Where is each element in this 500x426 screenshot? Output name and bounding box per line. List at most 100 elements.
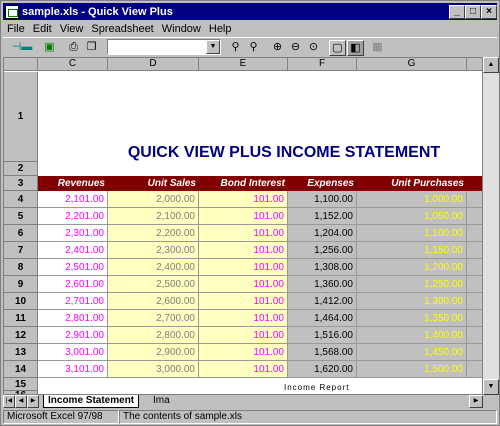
table-cell[interactable]: 2,100.00 — [108, 208, 199, 225]
menu-file[interactable]: File — [3, 23, 29, 35]
table-cell[interactable]: 1,308.00 — [288, 259, 357, 276]
table-cell[interactable]: 2,201.00 — [38, 208, 108, 225]
table-cell[interactable]: 3,000.00 — [108, 361, 199, 378]
table-cell[interactable]: 2,301.00 — [38, 225, 108, 242]
column-header-f[interactable]: F — [288, 58, 357, 71]
chevron-down-icon[interactable]: ▼ — [206, 40, 220, 54]
column-header-c[interactable]: C — [38, 58, 108, 71]
column-title[interactable]: Expenses — [288, 176, 357, 191]
table-cell[interactable]: 3,101.00 — [38, 361, 108, 378]
table-cell[interactable]: 1,100.00 — [357, 225, 467, 242]
row-header[interactable]: 12 — [4, 327, 38, 344]
print-icon[interactable]: ⎙ — [65, 40, 82, 56]
table-cell[interactable]: 1,412.00 — [288, 293, 357, 310]
table-cell[interactable] — [467, 310, 482, 327]
row-header[interactable]: 10 — [4, 293, 38, 310]
table-cell[interactable]: 2,000.00 — [108, 191, 199, 208]
table-cell[interactable]: 1,400.00 — [357, 327, 467, 344]
row-header[interactable]: 3 — [4, 176, 38, 191]
table-cell[interactable] — [467, 276, 482, 293]
table-cell[interactable]: 2,601.00 — [38, 276, 108, 293]
table-cell[interactable] — [467, 361, 482, 378]
menu-spreadsheet[interactable]: Spreadsheet — [87, 23, 157, 35]
table-cell[interactable]: 2,501.00 — [38, 259, 108, 276]
table-cell[interactable]: 2,101.00 — [38, 191, 108, 208]
column-title[interactable]: Bond Interest — [199, 176, 288, 191]
table-cell[interactable]: 1,256.00 — [288, 242, 357, 259]
table-cell[interactable]: 2,500.00 — [108, 276, 199, 293]
page-view-icon[interactable]: ▢ — [329, 40, 346, 56]
column-header-g[interactable]: G — [357, 58, 467, 71]
find-next-icon[interactable]: ⚲ — [245, 40, 262, 56]
table-cell[interactable]: 2,701.00 — [38, 293, 108, 310]
table-cell[interactable]: 2,900.00 — [108, 344, 199, 361]
table-cell[interactable]: 1,350.00 — [357, 310, 467, 327]
table-cell[interactable] — [467, 259, 482, 276]
open-in-app-icon[interactable]: ▣ — [41, 40, 58, 56]
table-cell[interactable]: 101.00 — [199, 276, 288, 293]
table-cell[interactable]: 1,250.00 — [357, 276, 467, 293]
table-cell[interactable]: 1,500.00 — [357, 361, 467, 378]
table-cell[interactable] — [467, 225, 482, 242]
row-header[interactable]: 6 — [4, 225, 38, 242]
table-cell[interactable]: 1,516.00 — [288, 327, 357, 344]
table-cell[interactable]: 101.00 — [199, 208, 288, 225]
zoom-out-icon[interactable]: ⊖ — [287, 40, 304, 56]
table-cell[interactable]: 1,152.00 — [288, 208, 357, 225]
table-cell[interactable]: 1,360.00 — [288, 276, 357, 293]
table-cell[interactable]: 1,620.00 — [288, 361, 357, 378]
row-header[interactable]: 9 — [4, 276, 38, 293]
table-cell[interactable]: 3,001.00 — [38, 344, 108, 361]
zoom-in-icon[interactable]: ⊕ — [269, 40, 286, 56]
row-header[interactable]: 8 — [4, 259, 38, 276]
scroll-down-icon[interactable]: ▼ — [483, 379, 499, 395]
row-header[interactable]: 14 — [4, 361, 38, 378]
table-cell[interactable]: 1,200.00 — [357, 259, 467, 276]
spreadsheet[interactable]: C D E F G 1234567891011121314151617Reven… — [3, 57, 483, 395]
zoom-reset-icon[interactable]: ⊙ — [305, 40, 322, 56]
pushpin-icon[interactable]: ⊣▬ — [9, 40, 35, 56]
table-cell[interactable]: 2,200.00 — [108, 225, 199, 242]
table-cell[interactable]: 1,464.00 — [288, 310, 357, 327]
tab-first-icon[interactable]: |◀ — [3, 395, 15, 408]
row-header[interactable]: 5 — [4, 208, 38, 225]
minimize-button[interactable]: _ — [449, 5, 465, 19]
row-header[interactable]: 11 — [4, 310, 38, 327]
table-cell[interactable] — [467, 327, 482, 344]
table-cell[interactable] — [467, 191, 482, 208]
column-header-e[interactable]: E — [199, 58, 288, 71]
draft-view-icon[interactable]: ◧ — [347, 40, 364, 56]
row-header[interactable]: 2 — [4, 162, 38, 176]
corner-header[interactable] — [4, 58, 38, 71]
copy-icon[interactable]: ❐ — [83, 40, 100, 56]
tab-next-icon[interactable]: ▶ — [27, 395, 39, 408]
tab-income-statement[interactable]: Income Statement — [43, 395, 140, 408]
table-cell[interactable]: 1,050.00 — [357, 208, 467, 225]
table-cell[interactable]: 1,204.00 — [288, 225, 357, 242]
table-cell[interactable]: 2,800.00 — [108, 327, 199, 344]
menu-view[interactable]: View — [56, 23, 88, 35]
table-cell[interactable]: 1,450.00 — [357, 344, 467, 361]
vertical-scrollbar[interactable]: ▲ ▼ — [483, 57, 499, 395]
row-header[interactable]: 13 — [4, 344, 38, 361]
column-title[interactable]: Unit Purchases — [357, 176, 467, 191]
table-cell[interactable]: 101.00 — [199, 293, 288, 310]
table-cell[interactable] — [467, 293, 482, 310]
tab-prev-icon[interactable]: ◀ — [15, 395, 27, 408]
table-cell[interactable]: 101.00 — [199, 327, 288, 344]
row-header[interactable]: 7 — [4, 242, 38, 259]
table-cell[interactable]: 1,000.00 — [357, 191, 467, 208]
table-cell[interactable]: 2,300.00 — [108, 242, 199, 259]
hscroll-right-icon[interactable]: ▶ — [469, 395, 483, 408]
table-cell[interactable]: 1,150.00 — [357, 242, 467, 259]
column-header-extra[interactable] — [467, 58, 482, 71]
table-cell[interactable] — [467, 208, 482, 225]
app-icon[interactable] — [5, 4, 19, 19]
table-cell[interactable]: 101.00 — [199, 225, 288, 242]
table-cell[interactable]: 2,401.00 — [38, 242, 108, 259]
view-combo[interactable]: ▼ — [107, 39, 221, 55]
column-header-d[interactable]: D — [108, 58, 199, 71]
grid-icon[interactable]: ▦ — [369, 40, 386, 56]
table-cell[interactable] — [467, 242, 482, 259]
table-cell[interactable]: 101.00 — [199, 310, 288, 327]
